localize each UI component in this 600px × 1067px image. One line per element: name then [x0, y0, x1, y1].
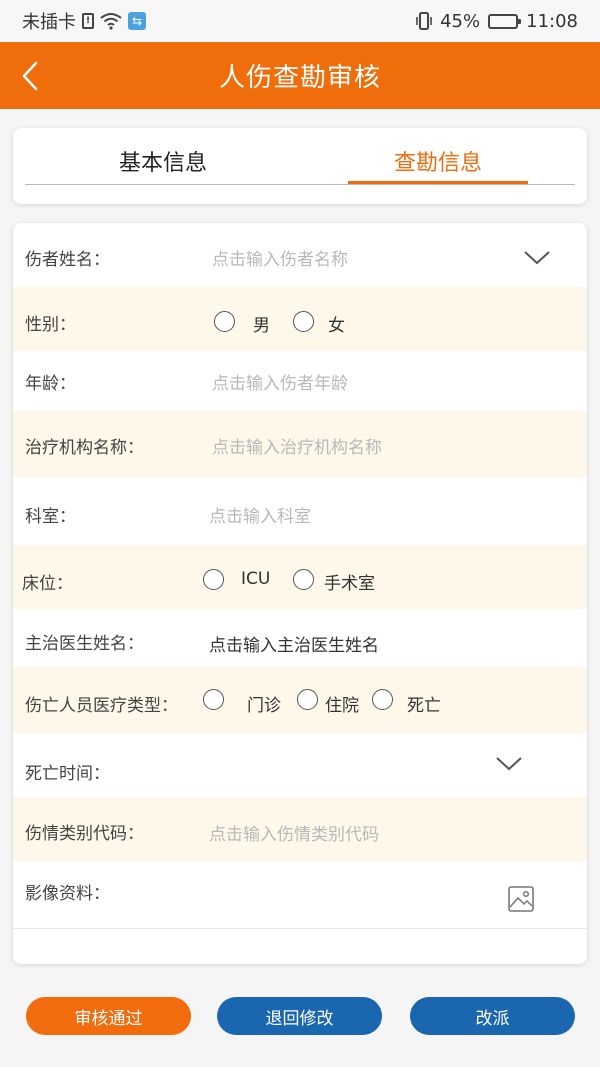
tabs-divider: [25, 184, 575, 185]
form-row-medical-type: 伤亡人员医疗类型： 门诊 住院 死亡: [13, 667, 587, 733]
bed-icu-radio[interactable]: [203, 569, 224, 590]
chevron-left-icon: [22, 61, 38, 91]
form-row-doctor: 主治医生姓名： 点击输入主治医生姓名: [13, 609, 587, 667]
gender-male-label[interactable]: 男: [253, 311, 270, 336]
approve-button[interactable]: 审核通过: [26, 997, 191, 1035]
tab-survey-info[interactable]: 查勘信息: [348, 138, 528, 184]
active-tab-indicator: [348, 181, 528, 184]
gender-female-label[interactable]: 女: [328, 311, 345, 336]
clock: 11:08: [526, 10, 578, 32]
reassign-button[interactable]: 改派: [410, 997, 575, 1035]
medical-type-outpatient-radio[interactable]: [203, 689, 224, 710]
medical-type-inpatient-radio[interactable]: [297, 689, 318, 710]
bed-operating-room-label[interactable]: 手术室: [324, 569, 375, 594]
page-title: 人伤查勘审核: [218, 63, 381, 93]
medical-type-death-label[interactable]: 死亡: [407, 691, 441, 716]
tabs-card: 基本信息 查勘信息: [13, 128, 587, 204]
form-row-injury-code: 伤情类别代码： 点击输入伤情类别代码: [13, 797, 587, 861]
injury-code-label: 伤情类别代码：: [25, 824, 144, 844]
medical-type-label: 伤亡人员医疗类型：: [25, 696, 178, 716]
form-row-death-time: 死亡时间：: [13, 733, 587, 797]
form-row-injured-name: 伤者姓名： 点击输入伤者名称: [13, 223, 587, 287]
gender-label: 性别：: [25, 315, 76, 335]
medical-type-inpatient-label[interactable]: 住院: [325, 691, 359, 716]
image-icon[interactable]: [507, 885, 535, 913]
wifi-icon: [100, 12, 122, 30]
death-time-label: 死亡时间：: [25, 764, 110, 784]
form-divider: [13, 928, 587, 929]
institution-label: 治疗机构名称：: [25, 438, 144, 458]
app-notification-icon: ⇆: [128, 12, 146, 30]
bed-icu-label[interactable]: ICU: [241, 569, 270, 589]
form-row-gender: 性别： 男 女: [13, 287, 587, 351]
sim-icon: !: [82, 13, 94, 29]
return-for-edit-button[interactable]: 退回修改: [217, 997, 382, 1035]
medical-type-outpatient-label[interactable]: 门诊: [247, 691, 281, 716]
injured-name-input[interactable]: 点击输入伤者名称: [212, 245, 348, 270]
tab-basic-info[interactable]: 基本信息: [73, 138, 253, 184]
form-row-age: 年龄： 点击输入伤者年龄: [13, 351, 587, 411]
back-button[interactable]: [10, 54, 50, 98]
gender-male-radio[interactable]: [214, 311, 235, 332]
vibrate-icon: [416, 11, 432, 31]
form-row-department: 科室： 点击输入科室: [13, 477, 587, 545]
carrier-text: 未插卡: [22, 12, 76, 33]
gender-female-radio[interactable]: [293, 311, 314, 332]
age-label: 年龄：: [25, 374, 76, 394]
institution-input[interactable]: 点击输入治疗机构名称: [212, 433, 382, 458]
app-header: 人伤查勘审核: [0, 42, 600, 109]
battery-icon: [488, 13, 522, 29]
age-input[interactable]: 点击输入伤者年龄: [212, 369, 348, 394]
images-label: 影像资料：: [25, 884, 110, 904]
status-bar: 未插卡 ! ⇆ 45% 11:08: [0, 0, 600, 42]
doctor-input[interactable]: 点击输入主治医生姓名: [209, 631, 379, 656]
department-input[interactable]: 点击输入科室: [209, 502, 311, 527]
bed-operating-room-radio[interactable]: [293, 569, 314, 590]
survey-form: 伤者姓名： 点击输入伤者名称 性别： 男 女 年龄： 点击输入伤者年龄 治疗机构…: [13, 223, 587, 964]
death-time-dropdown-icon[interactable]: [494, 753, 524, 775]
injury-code-input[interactable]: 点击输入伤情类别代码: [209, 820, 379, 845]
form-row-images: 影像资料：: [13, 861, 587, 928]
bed-label: 床位：: [22, 574, 73, 594]
injured-name-dropdown-icon[interactable]: [522, 247, 552, 269]
medical-type-death-radio[interactable]: [372, 689, 393, 710]
injured-name-label: 伤者姓名：: [25, 250, 110, 270]
form-row-institution: 治疗机构名称： 点击输入治疗机构名称: [13, 411, 587, 477]
doctor-label: 主治医生姓名：: [25, 634, 144, 654]
battery-percent: 45%: [440, 10, 481, 32]
department-label: 科室：: [25, 507, 76, 527]
form-row-bed: 床位： ICU 手术室: [13, 545, 587, 609]
